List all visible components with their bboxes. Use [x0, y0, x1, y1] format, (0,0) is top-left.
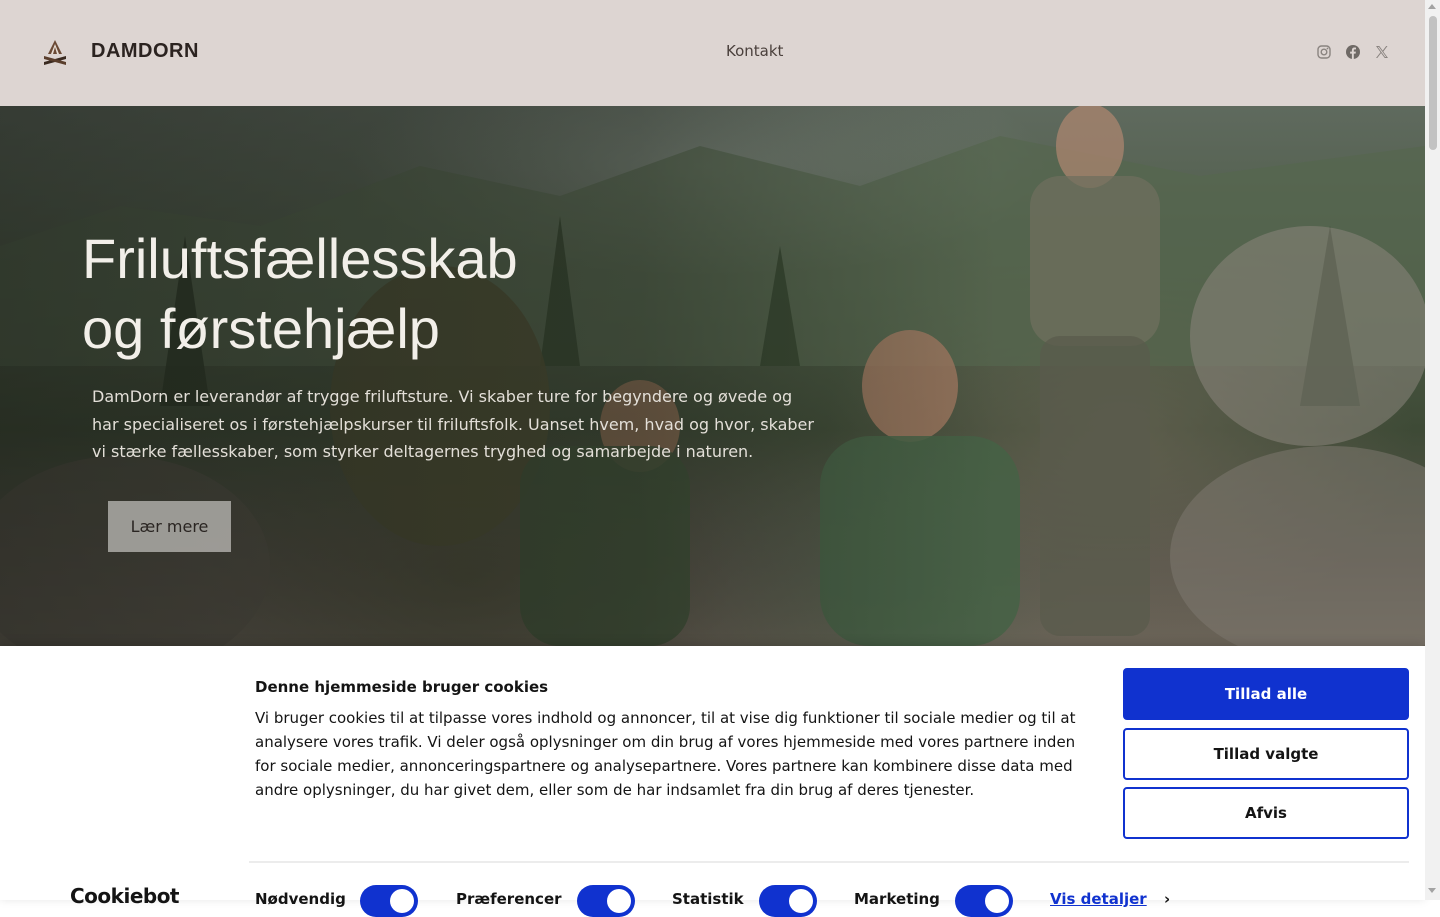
site-header: DAMDORN Kontakt	[0, 0, 1425, 106]
hero-title-line-2: og førstehjælp	[82, 297, 440, 360]
nav-link-kontakt[interactable]: Kontakt	[726, 42, 783, 60]
toggle-knob	[789, 889, 813, 913]
toggle-preferences[interactable]	[577, 885, 635, 917]
hero-section: Friluftsfællesskab og førstehjælp DamDor…	[0, 106, 1425, 646]
toggle-necessary[interactable]	[360, 885, 418, 917]
show-details-link[interactable]: Vis detaljer	[1050, 890, 1147, 908]
campfire-tent-icon[interactable]	[42, 38, 68, 66]
hero-title-line-1: Friluftsfællesskab	[82, 227, 518, 290]
scrollbar-thumb[interactable]	[1429, 16, 1437, 150]
toggle-label-marketing: Marketing	[854, 890, 940, 908]
toggle-marketing[interactable]	[955, 885, 1013, 917]
toggle-knob	[985, 889, 1009, 913]
scroll-down-arrow-icon[interactable]	[1428, 888, 1436, 893]
toggle-label-necessary: Nødvendig	[255, 890, 346, 908]
scroll-up-arrow-icon[interactable]	[1428, 4, 1436, 9]
toggle-statistics[interactable]	[759, 885, 817, 917]
cookie-banner-title: Denne hjemmeside bruger cookies	[255, 678, 549, 696]
hero-overlay	[0, 106, 1425, 646]
page-scrollbar[interactable]	[1425, 0, 1440, 900]
cookie-consent-banner: Denne hjemmeside bruger cookies Vi bruge…	[0, 646, 1425, 917]
brand-name[interactable]: DAMDORN	[91, 40, 199, 63]
allow-all-button[interactable]: Tillad alle	[1123, 668, 1409, 720]
toggle-label-preferences: Præferencer	[456, 890, 562, 908]
cookie-divider	[249, 861, 1409, 863]
x-twitter-icon[interactable]	[1374, 44, 1390, 60]
toggle-knob	[607, 889, 631, 913]
facebook-icon[interactable]	[1345, 44, 1361, 60]
learn-more-button[interactable]: Lær mere	[108, 501, 231, 552]
hero-title: Friluftsfællesskab og førstehjælp	[82, 224, 642, 364]
toggle-label-statistics: Statistik	[672, 890, 744, 908]
cookiebot-logo[interactable]: Cookiebot	[70, 884, 180, 908]
allow-selected-button[interactable]: Tillad valgte	[1123, 728, 1409, 780]
hero-description: DamDorn er leverandør af trygge frilufts…	[92, 387, 814, 461]
instagram-icon[interactable]	[1316, 44, 1332, 60]
toggle-knob	[390, 889, 414, 913]
chevron-right-icon[interactable]: ›	[1164, 890, 1170, 908]
deny-button[interactable]: Afvis	[1123, 787, 1409, 839]
cookie-banner-text: Vi bruger cookies til at tilpasse vores …	[255, 709, 1076, 799]
